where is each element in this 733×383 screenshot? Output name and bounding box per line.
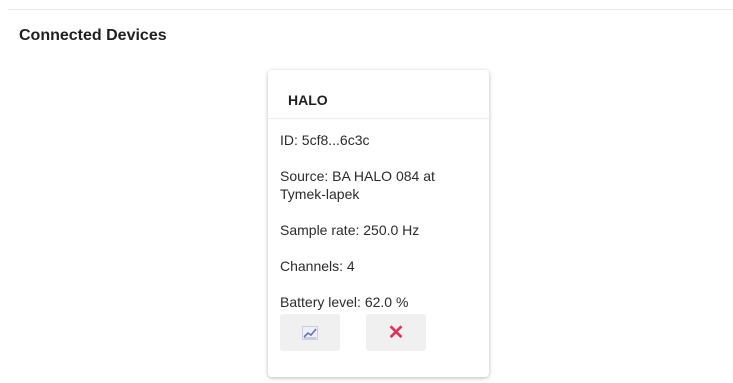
device-id: ID: 5cf8...6c3c: [280, 132, 370, 148]
page: Connected Devices HALO ID: 5cf8...6c3c S…: [0, 0, 733, 383]
device-name: HALO: [288, 92, 328, 108]
top-divider: [8, 9, 733, 10]
device-card: HALO ID: 5cf8...6c3c Source: BA HALO 084…: [268, 70, 489, 377]
close-icon: ✕: [387, 321, 405, 344]
device-card-header: HALO: [268, 70, 489, 119]
device-source: Source: BA HALO 084 at Tymek-lapek: [280, 168, 435, 202]
device-battery-level: Battery level: 62.0 %: [280, 294, 409, 310]
disconnect-button[interactable]: ✕: [366, 314, 426, 351]
section-title: Connected Devices: [19, 27, 167, 44]
device-sample-rate: Sample rate: 250.0 Hz: [280, 222, 420, 238]
device-channels: Channels: 4: [280, 258, 355, 274]
view-chart-button[interactable]: [280, 314, 340, 351]
device-card-body: ID: 5cf8...6c3c Source: BA HALO 084 at T…: [268, 119, 489, 311]
device-actions: ✕: [280, 314, 426, 351]
chart-line-icon: [302, 325, 318, 340]
